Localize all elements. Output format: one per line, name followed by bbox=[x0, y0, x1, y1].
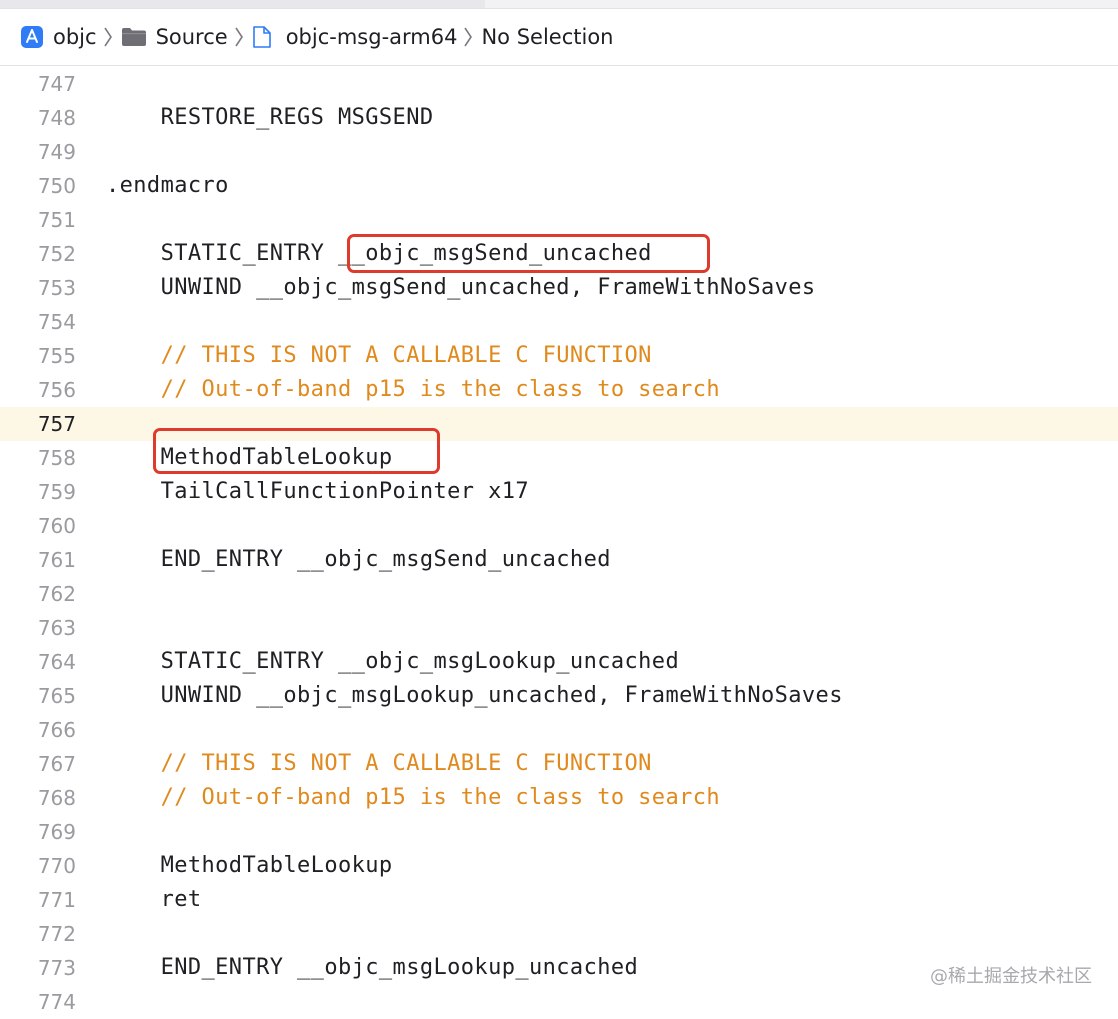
line-number: 767 bbox=[37, 752, 76, 776]
code-comment: // Out-of-band p15 is the class to searc… bbox=[106, 377, 721, 402]
code-comment: // THIS IS NOT A CALLABLE C FUNCTION bbox=[106, 343, 652, 368]
code-text: STATIC_ENTRY __objc_msgLookup_uncached bbox=[106, 649, 680, 674]
code-line[interactable]: 761 END_ENTRY __objc_msgSend_uncached bbox=[0, 543, 1118, 577]
line-number: 749 bbox=[37, 140, 76, 164]
code-line[interactable]: 768 // Out-of-band p15 is the class to s… bbox=[0, 781, 1118, 815]
annotation-box-method-table-lookup bbox=[153, 428, 440, 474]
line-number: 761 bbox=[37, 548, 76, 572]
code-line[interactable]: 755 // THIS IS NOT A CALLABLE C FUNCTION bbox=[0, 339, 1118, 373]
line-number: 766 bbox=[37, 718, 76, 742]
line-number: 769 bbox=[37, 820, 76, 844]
breadcrumb-item-source[interactable]: Source bbox=[121, 25, 228, 49]
line-number: 772 bbox=[37, 922, 76, 946]
code-text: .endmacro bbox=[106, 173, 229, 198]
breadcrumb-label: Source bbox=[155, 25, 228, 49]
watermark: @稀土掘金技术社区 bbox=[930, 966, 1092, 987]
code-line[interactable]: 765 UNWIND __objc_msgLookup_uncached, Fr… bbox=[0, 679, 1118, 713]
code-comment: // Out-of-band p15 is the class to searc… bbox=[106, 785, 721, 810]
code-line[interactable]: 774 bbox=[0, 985, 1118, 1019]
code-line[interactable]: 749 bbox=[0, 135, 1118, 169]
app-project-icon bbox=[20, 25, 44, 49]
line-number: 754 bbox=[37, 310, 76, 334]
code-text: END_ENTRY __objc_msgSend_uncached bbox=[106, 547, 611, 572]
line-number: 760 bbox=[37, 514, 76, 538]
line-number: 768 bbox=[37, 786, 76, 810]
code-line[interactable]: 770 MethodTableLookup bbox=[0, 849, 1118, 883]
code-line[interactable]: 754 bbox=[0, 305, 1118, 339]
line-number: 757 bbox=[37, 412, 76, 436]
code-line[interactable]: 766 bbox=[0, 713, 1118, 747]
line-number: 753 bbox=[37, 276, 76, 300]
code-line[interactable]: 762 bbox=[0, 577, 1118, 611]
jump-bar: objc Source objc-msg-arm64 No Selection bbox=[0, 9, 1118, 66]
code-line[interactable]: 751 bbox=[0, 203, 1118, 237]
line-number: 765 bbox=[37, 684, 76, 708]
line-number: 774 bbox=[37, 990, 76, 1014]
code-comment: // THIS IS NOT A CALLABLE C FUNCTION bbox=[106, 751, 652, 776]
line-number: 763 bbox=[37, 616, 76, 640]
code-line[interactable]: 771 ret bbox=[0, 883, 1118, 917]
code-line[interactable]: 769 bbox=[0, 815, 1118, 849]
line-number: 756 bbox=[37, 378, 76, 402]
line-number: 764 bbox=[37, 650, 76, 674]
code-text: UNWIND __objc_msgSend_uncached, FrameWit… bbox=[106, 275, 816, 300]
breadcrumb-item-no-selection[interactable]: No Selection bbox=[481, 25, 613, 49]
line-number: 759 bbox=[37, 480, 76, 504]
breadcrumb-item-objc[interactable]: objc bbox=[20, 25, 97, 49]
breadcrumb-label: objc-msg-arm64 bbox=[285, 25, 458, 49]
line-number: 751 bbox=[37, 208, 76, 232]
line-number: 755 bbox=[37, 344, 76, 368]
window-top-strip bbox=[0, 0, 1118, 9]
code-line[interactable]: 747 bbox=[0, 67, 1118, 101]
code-line[interactable]: 767 // THIS IS NOT A CALLABLE C FUNCTION bbox=[0, 747, 1118, 781]
code-line[interactable]: 756 // Out-of-band p15 is the class to s… bbox=[0, 373, 1118, 407]
chevron-right-icon bbox=[463, 26, 473, 48]
line-number: 771 bbox=[37, 888, 76, 912]
line-number: 752 bbox=[37, 242, 76, 266]
line-number: 748 bbox=[37, 106, 76, 130]
code-line[interactable]: 753 UNWIND __objc_msgSend_uncached, Fram… bbox=[0, 271, 1118, 305]
code-line[interactable]: 748 RESTORE_REGS MSGSEND bbox=[0, 101, 1118, 135]
line-number: 773 bbox=[37, 956, 76, 980]
line-number: 762 bbox=[37, 582, 76, 606]
code-text: END_ENTRY __objc_msgLookup_uncached bbox=[106, 955, 639, 980]
breadcrumb-item-file[interactable]: objc-msg-arm64 bbox=[252, 25, 458, 49]
active-tab-indicator[interactable] bbox=[0, 0, 485, 8]
code-text: TailCallFunctionPointer x17 bbox=[106, 479, 529, 504]
file-icon bbox=[252, 25, 272, 49]
code-line[interactable]: 750 .endmacro bbox=[0, 169, 1118, 203]
code-line[interactable]: 764 STATIC_ENTRY __objc_msgLookup_uncach… bbox=[0, 645, 1118, 679]
breadcrumb-label: objc bbox=[53, 25, 97, 49]
code-line[interactable]: 763 bbox=[0, 611, 1118, 645]
line-number: 750 bbox=[37, 174, 76, 198]
source-editor[interactable]: 747 748 RESTORE_REGS MSGSEND 749 750 .endmac… bbox=[0, 66, 1118, 1016]
annotation-box-msgsend-uncached bbox=[347, 234, 710, 273]
chevron-right-icon bbox=[234, 26, 244, 48]
code-text: ret bbox=[106, 887, 202, 912]
line-number: 747 bbox=[37, 72, 76, 96]
line-number: 758 bbox=[37, 446, 76, 470]
line-number: 770 bbox=[37, 854, 76, 878]
code-line[interactable]: 760 bbox=[0, 509, 1118, 543]
code-text: UNWIND __objc_msgLookup_uncached, FrameW… bbox=[106, 683, 843, 708]
chevron-right-icon bbox=[103, 26, 113, 48]
code-line[interactable]: 759 TailCallFunctionPointer x17 bbox=[0, 475, 1118, 509]
folder-icon bbox=[121, 26, 147, 48]
breadcrumb-label: No Selection bbox=[481, 25, 614, 49]
code-text: RESTORE_REGS MSGSEND bbox=[106, 105, 434, 130]
code-text: MethodTableLookup bbox=[106, 853, 393, 878]
code-line[interactable]: 772 bbox=[0, 917, 1118, 951]
